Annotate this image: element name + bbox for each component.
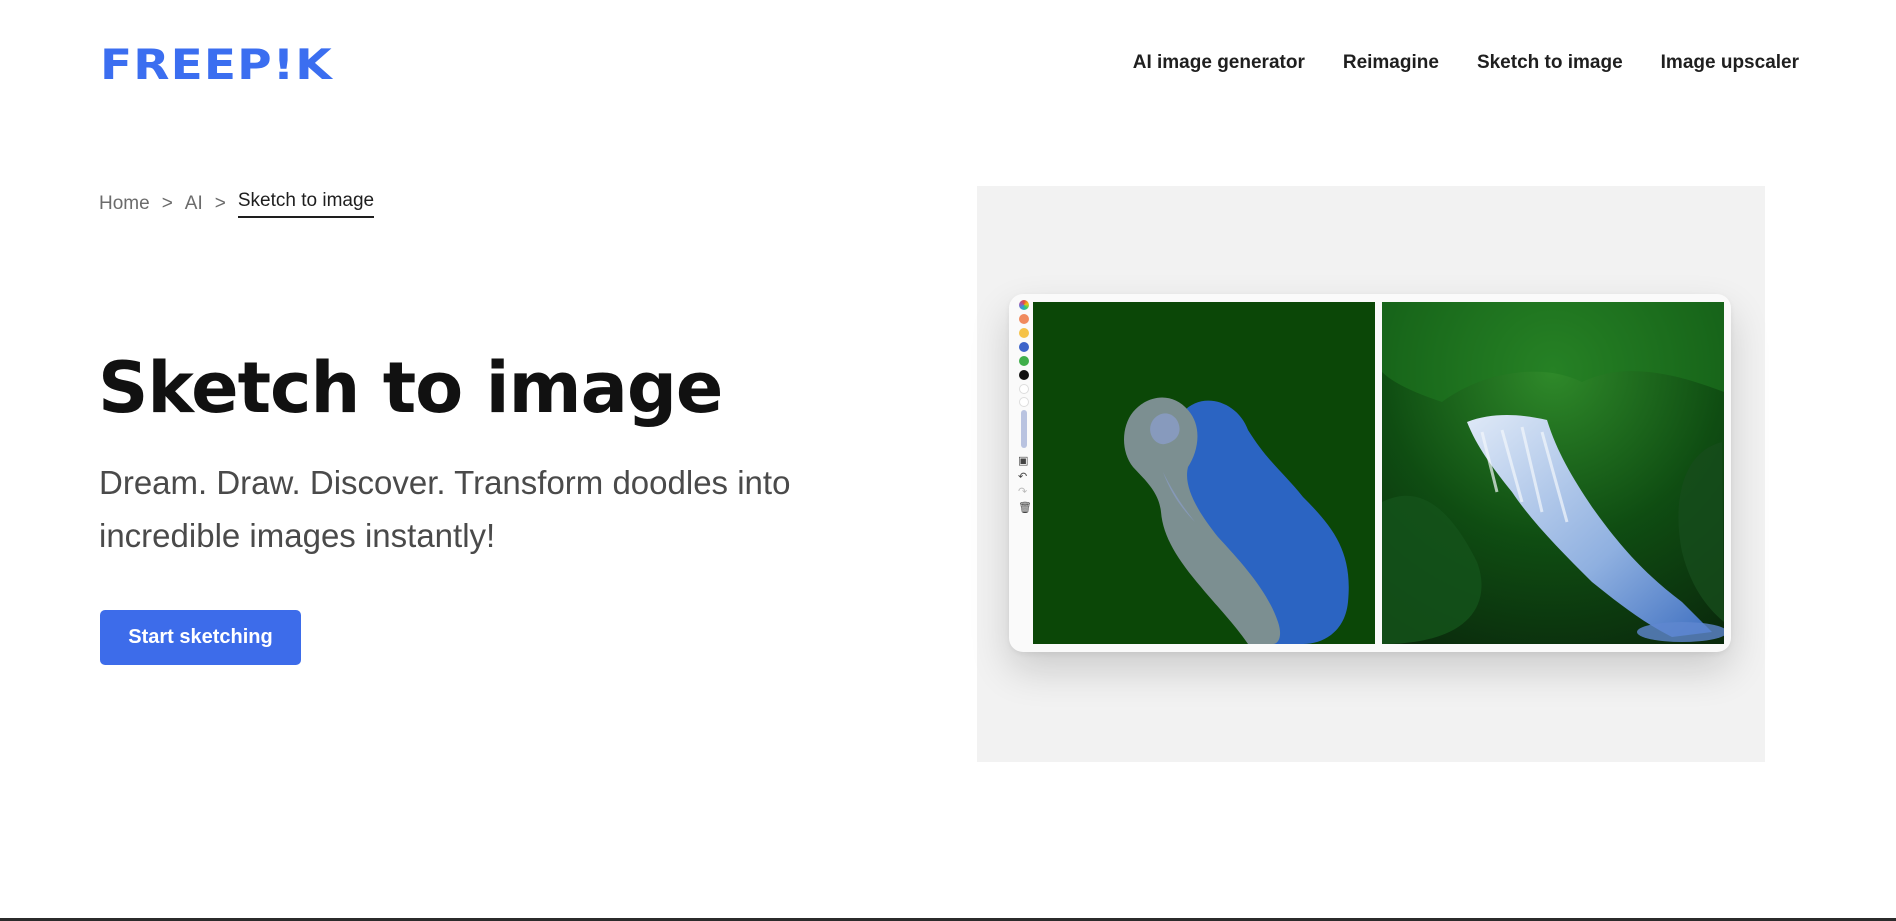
- breadcrumb-separator: >: [214, 193, 226, 214]
- main-nav: AI image generator Reimagine Sketch to i…: [1133, 52, 1799, 74]
- nav-reimagine[interactable]: Reimagine: [1343, 52, 1439, 74]
- waterfall-illustration: [1382, 302, 1724, 644]
- nav-sketch-to-image[interactable]: Sketch to image: [1477, 52, 1623, 74]
- freepik-logo[interactable]: FREEP!K: [100, 44, 333, 86]
- breadcrumb-separator: >: [161, 193, 173, 214]
- redo-icon: ↷: [1018, 486, 1028, 498]
- nav-image-upscaler[interactable]: Image upscaler: [1661, 52, 1799, 74]
- image-icon: ▣: [1018, 455, 1029, 467]
- undo-icon: ↶: [1018, 471, 1028, 483]
- breadcrumb: Home > AI > Sketch to image: [99, 190, 375, 218]
- breadcrumb-current: Sketch to image: [237, 190, 375, 218]
- palette-color-swatch: [1019, 397, 1029, 407]
- palette-color-swatch: [1019, 328, 1029, 338]
- generated-image: [1382, 302, 1724, 644]
- trash-icon: 🗑: [1018, 502, 1032, 514]
- sketch-doodle: [1124, 397, 1349, 644]
- breadcrumb-home[interactable]: Home: [99, 193, 150, 215]
- page-title: Sketch to image: [98, 347, 723, 429]
- palette-color-swatch: [1019, 356, 1029, 366]
- brush-size-slider: [1021, 410, 1027, 448]
- sketch-app-mockup: ▣ ↶ ↷ 🗑: [1009, 294, 1731, 652]
- palette-color-swatch: [1019, 384, 1029, 394]
- start-sketching-button[interactable]: Start sketching: [100, 610, 301, 665]
- page-subtitle: Dream. Draw. Discover. Transform doodles…: [99, 464, 791, 554]
- nav-ai-image-generator[interactable]: AI image generator: [1133, 52, 1305, 74]
- color-wheel-icon: [1019, 300, 1029, 310]
- page: FREEP!K AI image generator Reimagine Ske…: [0, 0, 1896, 921]
- hero-preview-image: ▣ ↶ ↷ 🗑: [977, 186, 1765, 762]
- palette-color-swatch: [1019, 314, 1029, 324]
- breadcrumb-ai[interactable]: AI: [185, 193, 203, 215]
- sketch-toolbar: ▣ ↶ ↷ 🗑: [1017, 300, 1032, 530]
- sketch-canvas: [1033, 302, 1375, 644]
- palette-color-swatch: [1019, 342, 1029, 352]
- palette-color-swatch: [1019, 370, 1029, 380]
